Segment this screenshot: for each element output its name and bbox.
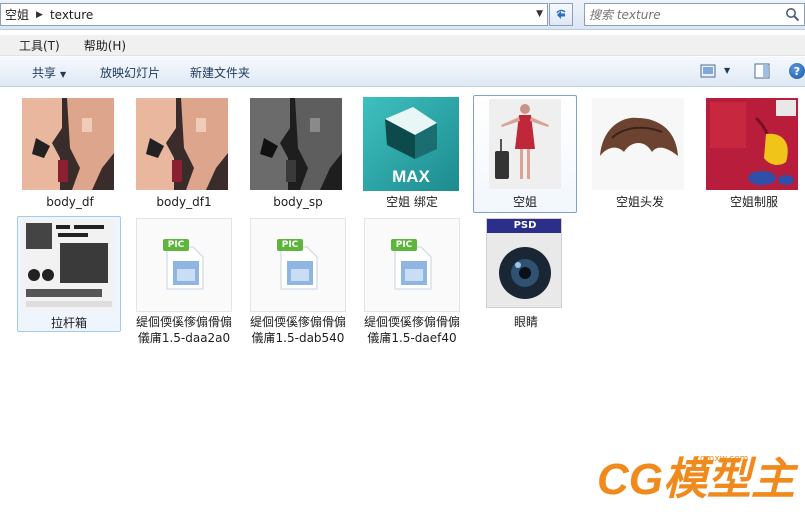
- file-name-line2: 儀庯1.5-dab540: [251, 331, 345, 345]
- search-box[interactable]: [584, 3, 805, 26]
- breadcrumb-separator-icon[interactable]: ▶: [33, 10, 46, 20]
- file-item-hair[interactable]: 空姐头发: [588, 96, 692, 214]
- max-badge: MAX: [392, 167, 430, 186]
- refresh-icon: [556, 9, 566, 19]
- pic-file-icon: PIC: [364, 218, 460, 312]
- file-item-stewardess[interactable]: 空姐: [473, 95, 577, 213]
- change-view-icon[interactable]: [700, 64, 716, 78]
- file-item-pic-3[interactable]: PIC 缇佪偄傒偧傓傦傓 儀庯1.5-daef40: [360, 216, 464, 345]
- help-button[interactable]: ?: [789, 63, 805, 79]
- file-item-max-bind[interactable]: MAX 空姐 绑定: [360, 96, 464, 214]
- address-dropdown-icon[interactable]: ▼: [536, 9, 543, 19]
- breadcrumb-item-parent[interactable]: 空姐: [1, 6, 33, 23]
- file-list: body_df body_df1 body_sp MAX 空姐 绑定 空姐 空姐…: [0, 88, 805, 514]
- texture-thumbnail: [706, 98, 798, 190]
- file-name: body_sp: [273, 195, 323, 209]
- pic-badge: PIC: [281, 240, 299, 250]
- file-name-line1: 缇佪偄傒偧傓傦傓: [135, 315, 232, 329]
- file-name-line2: 儀庯1.5-daef40: [367, 331, 457, 345]
- share-label: 共享: [32, 66, 57, 80]
- file-name-line1: 缇佪偄傒偧傓傦傓: [249, 315, 346, 329]
- psd-file-icon: PSD: [486, 218, 562, 308]
- slideshow-button[interactable]: 放映幻灯片: [100, 64, 160, 81]
- file-name: 空姐 绑定: [386, 195, 438, 209]
- hair-thumbnail: [592, 98, 684, 190]
- file-item-eye[interactable]: PSD 眼睛: [474, 216, 578, 332]
- command-bar: 共享 ▼ 放映幻灯片 新建文件夹 ▼ ?: [0, 57, 805, 87]
- menu-tools[interactable]: 工具(T): [13, 37, 66, 54]
- texture-thumbnail: [22, 98, 114, 190]
- view-options-chevron-icon[interactable]: ▼: [724, 66, 730, 75]
- file-name: 眼睛: [513, 315, 538, 329]
- breadcrumb[interactable]: 空姐 ▶ texture ▼: [0, 3, 548, 26]
- file-name: body_df1: [156, 195, 212, 209]
- menu-bar: 工具(T) 帮助(H): [0, 35, 805, 56]
- file-name: 空姐制服: [729, 195, 778, 209]
- texture-thumbnail: [250, 98, 342, 190]
- file-item-body-df1[interactable]: body_df1: [132, 96, 236, 214]
- file-item-body-df[interactable]: body_df: [18, 96, 122, 214]
- new-folder-button[interactable]: 新建文件夹: [190, 64, 250, 81]
- menu-help[interactable]: 帮助(H): [78, 37, 132, 54]
- file-name-line1: 缇佪偄傒偧傓傦傓: [363, 315, 460, 329]
- file-item-uniform[interactable]: 空姐制服: [702, 96, 805, 214]
- search-input[interactable]: [585, 4, 775, 25]
- pic-badge: PIC: [395, 240, 413, 250]
- watermark-site: cgmxw.com: [695, 454, 749, 464]
- texture-thumbnail: [22, 219, 114, 311]
- breadcrumb-item-current[interactable]: texture: [46, 8, 97, 22]
- pic-file-icon: PIC: [250, 218, 346, 312]
- psd-badge: PSD: [513, 220, 537, 231]
- search-icon[interactable]: [785, 7, 800, 22]
- max-file-icon: MAX: [363, 97, 459, 191]
- file-name-line2: 儀庯1.5-daa2a0: [137, 331, 231, 345]
- file-item-suitcase[interactable]: 拉杆箱: [17, 216, 121, 332]
- file-item-pic-2[interactable]: PIC 缇佪偄傒偧傓傦傓 儀庯1.5-dab540: [246, 216, 350, 345]
- share-button[interactable]: 共享 ▼: [32, 64, 66, 81]
- file-name: 空姐头发: [615, 195, 664, 209]
- texture-thumbnail: [136, 98, 228, 190]
- file-name: 空姐: [512, 195, 537, 209]
- model-thumbnail: [489, 99, 561, 189]
- chevron-down-icon: ▼: [60, 70, 67, 79]
- file-item-pic-1[interactable]: PIC 缇佪偄傒偧傓傦傓 儀庯1.5-daa2a0: [132, 216, 236, 345]
- preview-pane-icon[interactable]: [754, 63, 770, 79]
- address-bar: 空姐 ▶ texture ▼: [0, 0, 805, 30]
- pic-badge: PIC: [167, 240, 185, 250]
- file-item-body-sp[interactable]: body_sp: [246, 96, 350, 214]
- refresh-button[interactable]: [549, 3, 573, 26]
- file-name: body_df: [46, 195, 94, 209]
- pic-file-icon: PIC: [136, 218, 232, 312]
- file-name: 拉杆箱: [50, 316, 87, 330]
- watermark-logo: CG模型主 cgmxw.com: [595, 452, 800, 510]
